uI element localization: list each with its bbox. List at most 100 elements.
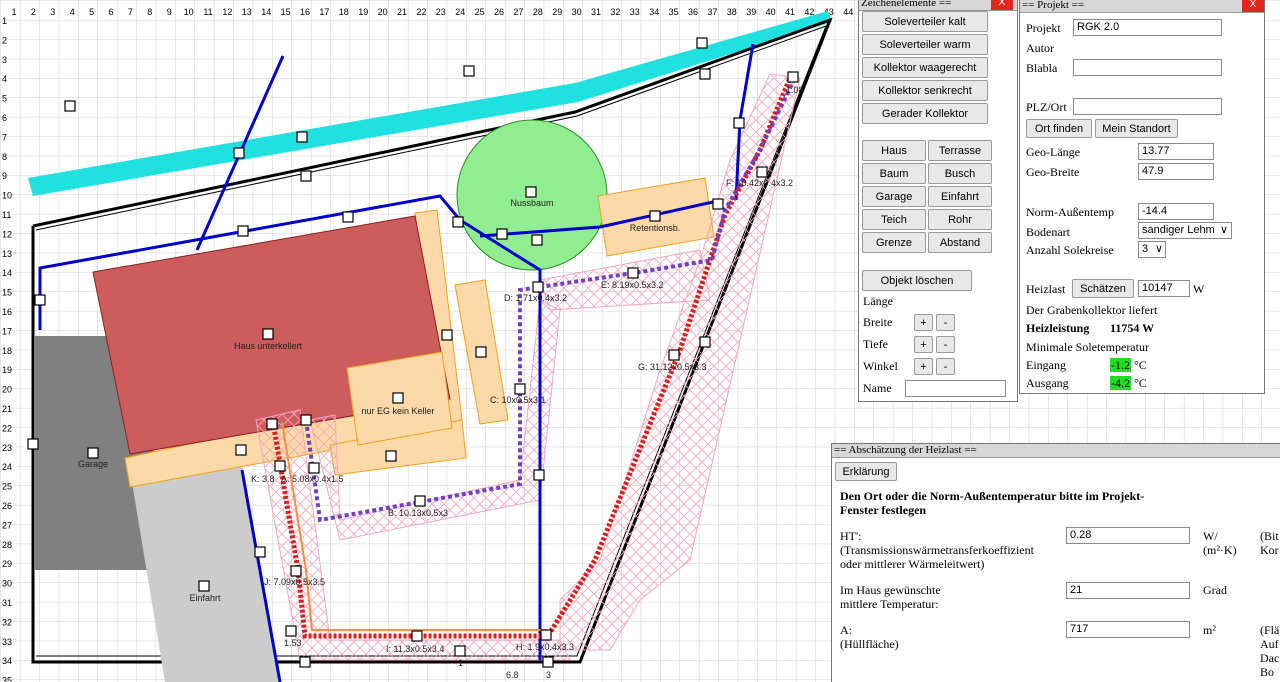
handle-square[interactable] [262,328,274,340]
handle-square[interactable] [385,450,397,462]
soleverteiler-warm-button[interactable]: Soleverteiler warm [862,34,988,55]
einfahrt-button[interactable]: Einfahrt [928,186,992,207]
geo-laenge-input[interactable]: 13.77 [1138,143,1214,160]
handle-square[interactable] [237,225,249,237]
breite-minus-button[interactable]: - [936,314,955,331]
soleverteiler-kalt-button[interactable]: Soleverteiler kalt [862,11,988,32]
blabla-input[interactable] [1073,59,1222,76]
a-label: A: [840,623,852,637]
mein-standort-button[interactable]: Mein Standort [1095,119,1178,138]
handle-square[interactable] [235,444,247,456]
handle-square[interactable] [299,656,311,668]
rohr-button[interactable]: Rohr [928,209,992,230]
busch-button[interactable]: Busch [928,163,992,184]
handle-square[interactable] [696,37,708,49]
handle-square[interactable] [532,281,544,293]
a-input[interactable]: 717 [1066,621,1190,638]
ruler-left-tick: 15 [2,288,12,298]
handle-square[interactable] [787,71,799,83]
heizlast-input[interactable]: 10147 [1138,280,1190,297]
handle-square[interactable] [64,100,76,112]
haus-button[interactable]: Haus [862,140,926,161]
ruler-left-tick: 16 [2,307,12,317]
handle-square[interactable] [296,131,308,143]
eingang-value-row: -1.2 °C [1110,358,1147,373]
zeichen-close-button[interactable]: X [991,0,1013,10]
schaetzen-button[interactable]: Schätzen [1072,279,1134,298]
handle-square[interactable] [540,629,552,641]
handle-square[interactable] [274,460,286,472]
handle-square[interactable] [411,630,423,642]
name-input[interactable] [905,380,1006,397]
heizlast-title-bar[interactable]: == Abschätzung der Heizlast == [832,444,1280,458]
handle-square[interactable] [87,447,99,459]
ruler-top-tick: 5 [89,7,94,17]
handle-square[interactable] [254,546,266,558]
handle-square[interactable] [649,210,661,222]
grenze-button[interactable]: Grenze [862,232,926,253]
gerader-kollektor-button[interactable]: Gerader Kollektor [862,103,988,124]
handle-square[interactable] [441,329,453,341]
handle-square[interactable] [542,656,554,668]
baum-button[interactable]: Baum [862,163,926,184]
handle-square[interactable] [627,267,639,279]
kollektor-senkrecht-button[interactable]: Kollektor senkrecht [862,80,988,101]
projekt-close-button[interactable]: X [1242,0,1264,12]
handle-square[interactable] [342,211,354,223]
ruler-top-tick: 21 [397,7,407,17]
a-note-2: Auf [1260,637,1279,651]
ht-input[interactable]: 0.28 [1066,527,1190,544]
tiefe-plus-button[interactable]: + [914,336,933,353]
objekt-loeschen-button[interactable]: Objekt löschen [862,270,972,291]
ort-finden-button[interactable]: Ort finden [1026,119,1092,138]
handle-square[interactable] [514,383,526,395]
handle-square[interactable] [463,65,475,77]
projekt-input[interactable]: RGK 2.0 [1073,19,1222,36]
handle-square[interactable] [34,294,46,306]
plz-input[interactable] [1073,98,1222,115]
handle-square[interactable] [454,645,466,657]
handle-square[interactable] [414,495,426,507]
abstand-button[interactable]: Abstand [928,232,992,253]
garage-button[interactable]: Garage [862,186,926,207]
winkel-minus-button[interactable]: - [936,358,955,375]
handle-square[interactable] [531,234,543,246]
handle-square[interactable] [533,469,545,481]
handle-square[interactable] [198,580,210,592]
handle-square[interactable] [699,336,711,348]
handle-square[interactable] [392,392,404,404]
handle-square[interactable] [266,418,278,430]
geo-breite-input[interactable]: 47.9 [1138,163,1214,180]
handle-square[interactable] [525,186,537,198]
breite-plus-button[interactable]: + [914,314,933,331]
handle-square[interactable] [475,346,487,358]
canvas-area[interactable]: 1 2 3 4 5 6 7 8 9 10 11 12 13 14 15 16 17 18 19 20 21 22 23 24 2… [0,0,1280,682]
handle-square[interactable] [27,438,39,450]
handle-square[interactable] [452,216,464,228]
handle-square[interactable] [699,68,711,80]
handle-square[interactable] [712,198,724,210]
zeichen-title-bar[interactable]: Zeichenelemente == X [859,0,1017,11]
erklaerung-button[interactable]: Erklärung [835,462,897,481]
norm-input[interactable]: -14.4 [1138,203,1214,220]
handle-square[interactable] [300,170,312,182]
kollektor-waagerecht-button[interactable]: Kollektor waagerecht [862,57,988,78]
label-dist-68: 6.8 [506,670,519,680]
solekreise-select[interactable]: 3 ∨ [1138,241,1166,258]
handle-square[interactable] [668,349,680,361]
teich-button[interactable]: Teich [862,209,926,230]
handle-square[interactable] [285,625,297,637]
projekt-title-bar[interactable]: == Projekt == X [1020,0,1264,13]
terrasse-button[interactable]: Terrasse [928,140,992,161]
handle-square[interactable] [308,462,320,474]
temp-input[interactable]: 21 [1066,582,1190,599]
winkel-plus-button[interactable]: + [914,358,933,375]
handle-square[interactable] [300,414,312,426]
handle-square[interactable] [233,147,245,159]
tiefe-minus-button[interactable]: - [936,336,955,353]
handle-square[interactable] [733,117,745,129]
handle-square[interactable] [290,565,302,577]
handle-square[interactable] [756,166,768,178]
bodenart-select[interactable]: sandiger Lehm ∨ [1138,222,1232,239]
handle-square[interactable] [496,228,508,240]
